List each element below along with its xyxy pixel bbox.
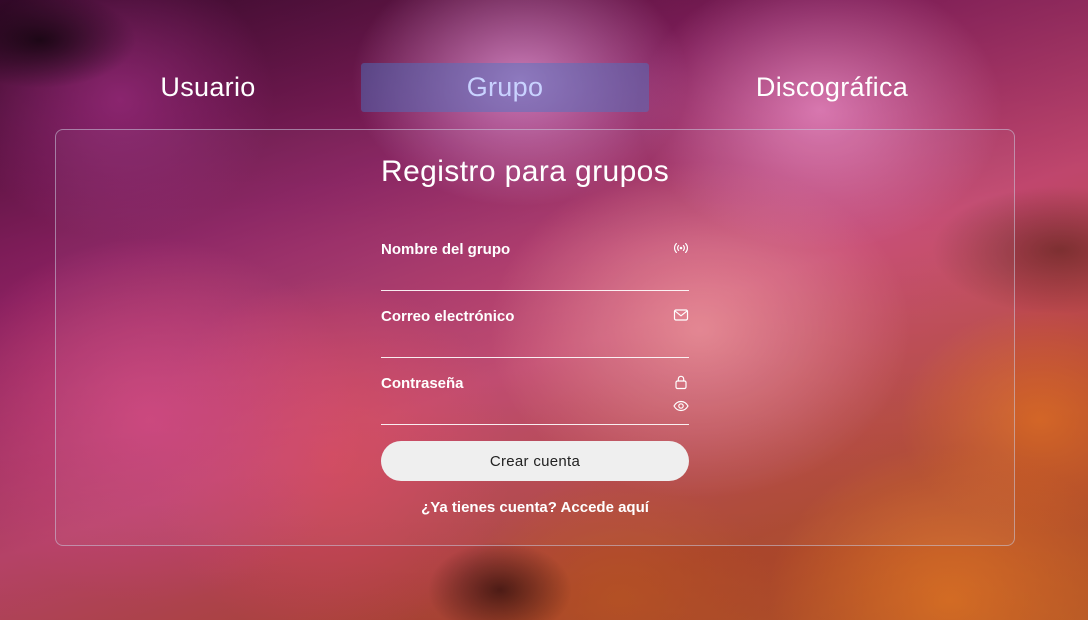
tab-usuario[interactable]: Usuario <box>120 63 296 112</box>
login-link[interactable]: ¿Ya tienes cuenta? Accede aquí <box>381 499 689 516</box>
email-input[interactable] <box>381 321 661 351</box>
broadcast-icon <box>673 240 689 256</box>
registration-form: Registro para grupos Nombre del grupo Co… <box>381 0 689 620</box>
eye-icon[interactable] <box>673 398 689 414</box>
email-field: Correo electrónico <box>381 291 689 358</box>
group-name-input[interactable] <box>381 254 661 284</box>
create-account-button[interactable]: Crear cuenta <box>381 441 689 481</box>
password-input[interactable] <box>381 388 661 418</box>
lock-icon <box>673 374 689 390</box>
group-name-field: Nombre del grupo <box>381 224 689 291</box>
tab-discografica[interactable]: Discográfica <box>700 63 964 112</box>
form-title: Registro para grupos <box>381 155 670 188</box>
envelope-icon <box>673 307 689 323</box>
password-field: Contraseña <box>381 358 689 425</box>
